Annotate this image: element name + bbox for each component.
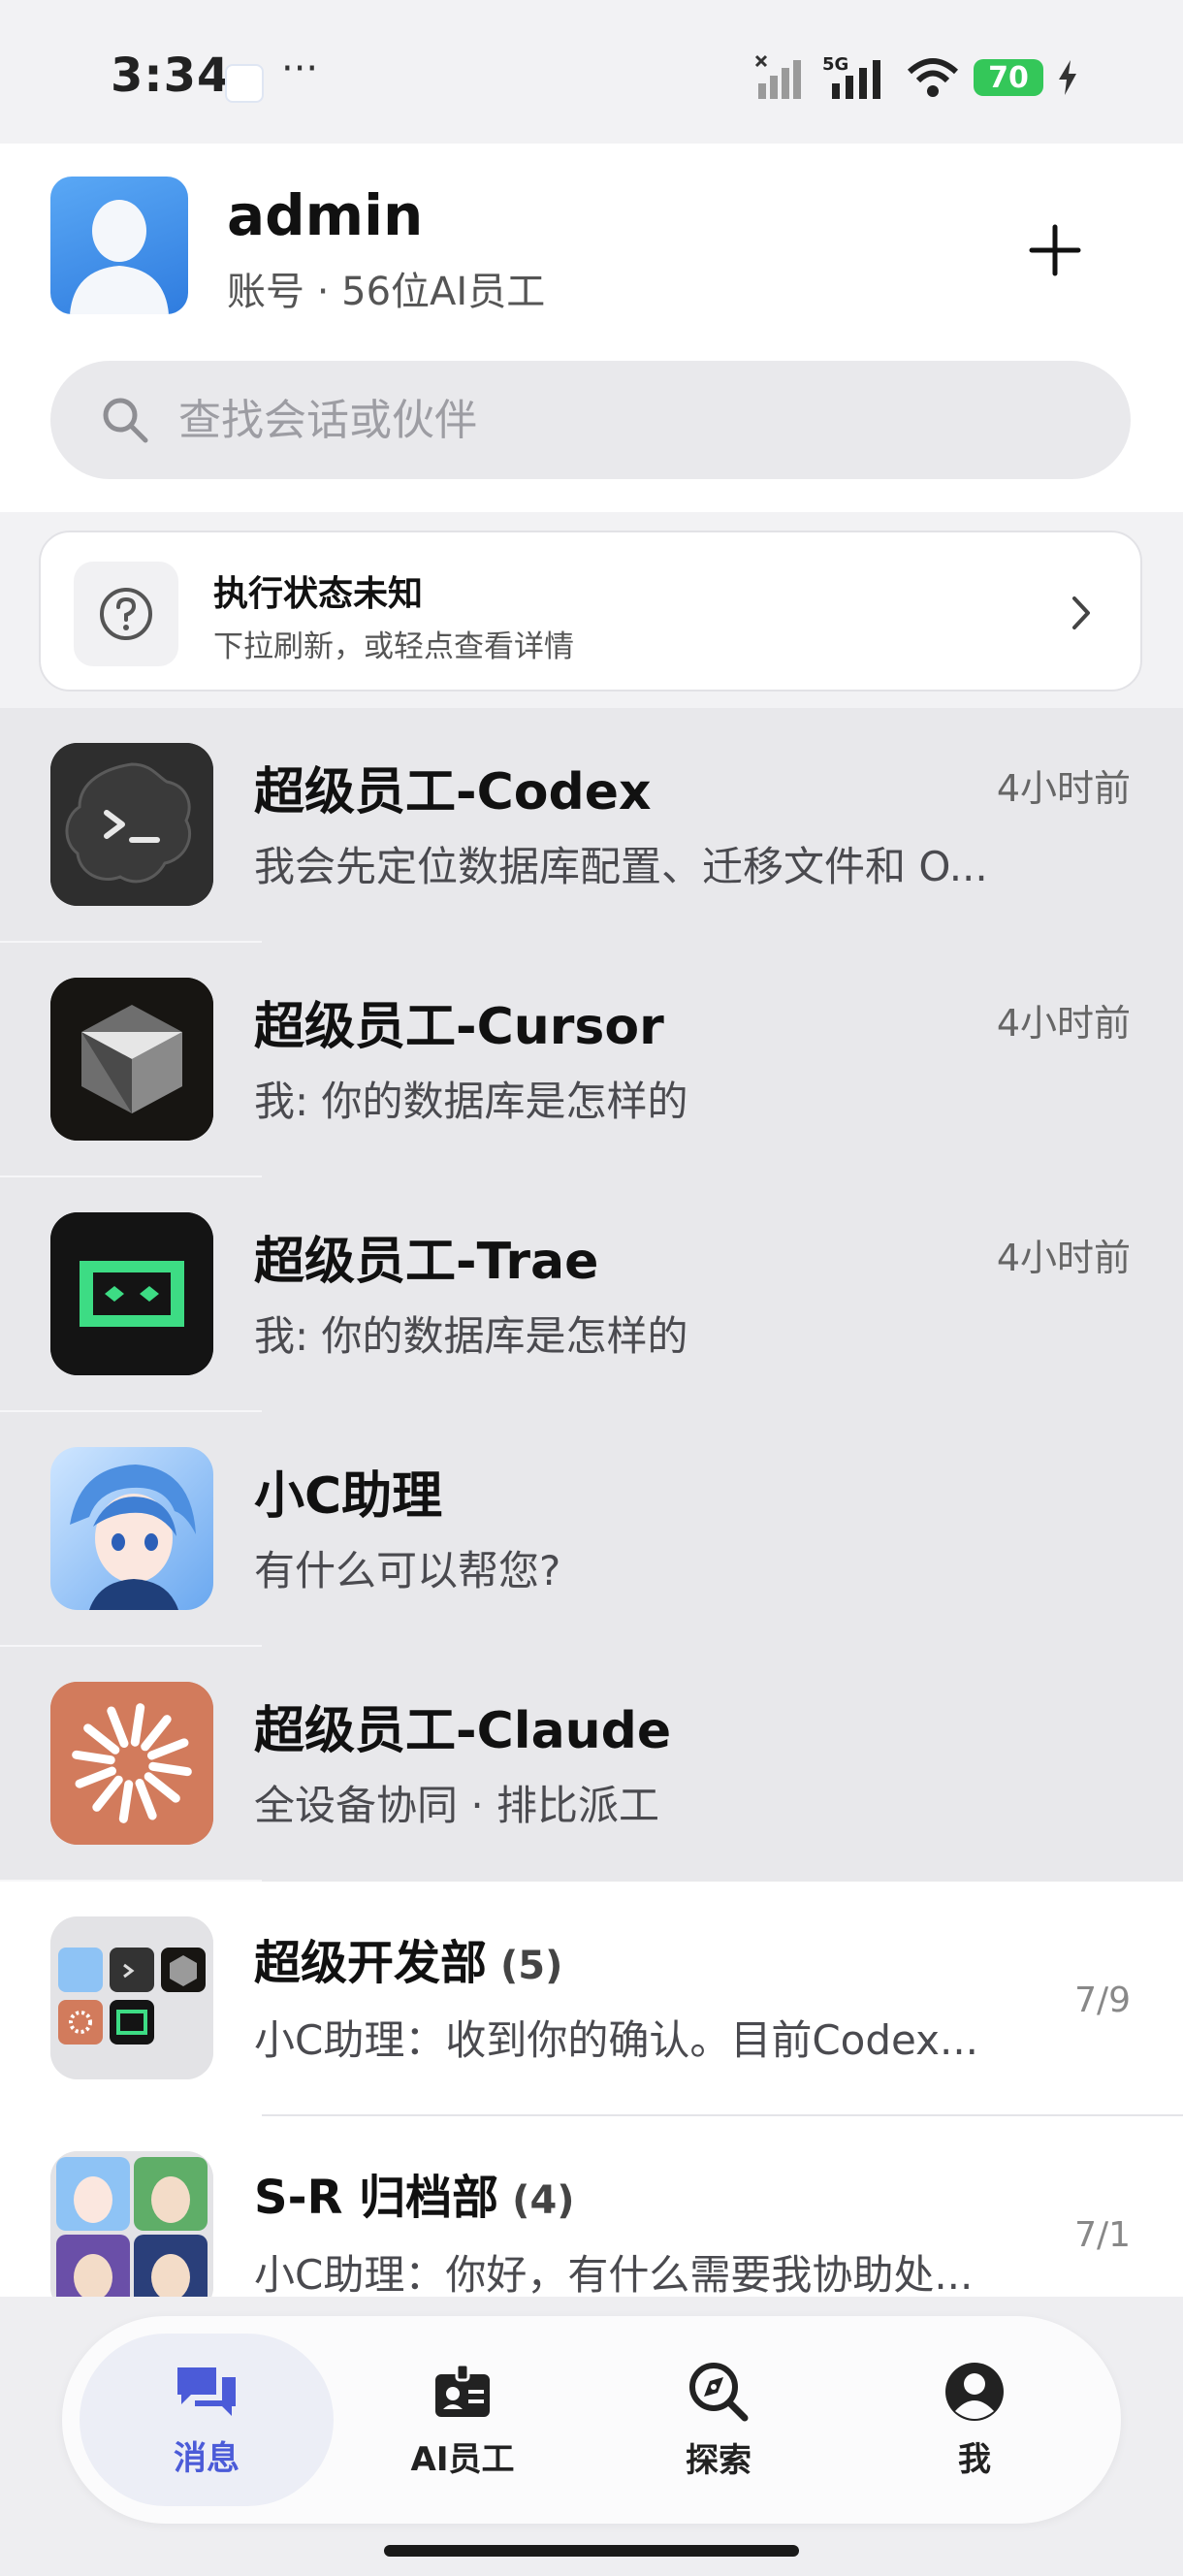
burst-ray xyxy=(118,1780,134,1823)
chat-preview: 我: 你的数据库是怎样的 xyxy=(254,1078,688,1125)
chat-name: 超级开发部 (5) xyxy=(254,1924,562,1992)
user-avatar[interactable] xyxy=(50,177,188,314)
execution-status-notice[interactable]: 执行状态未知 下拉刷新，或轻点查看详情 xyxy=(39,531,1142,692)
add-button[interactable] xyxy=(1008,204,1102,297)
explore-icon xyxy=(689,2362,749,2421)
status-indicators: 5G 70 xyxy=(754,54,1078,101)
cursor-avatar xyxy=(50,978,213,1141)
notice-icon-box xyxy=(74,562,178,666)
user-icon xyxy=(945,2362,1004,2421)
user-silhouette-icon xyxy=(70,200,169,314)
trae-avatar xyxy=(50,1212,213,1375)
wifi-icon xyxy=(907,58,959,97)
bottom-tab-bar: 消息 AI员工 探索 我 xyxy=(62,2316,1121,2524)
group-mosaic-icon xyxy=(50,2151,213,2314)
anime-character-avatar-icon xyxy=(50,1447,213,1610)
charging-icon xyxy=(1059,60,1076,95)
codex-avatar xyxy=(50,743,213,906)
burst-ray xyxy=(148,1761,192,1777)
notice-title: 执行状态未知 xyxy=(213,574,424,614)
chat-item-trae[interactable]: 超级员工-Trae 我: 你的数据库是怎样的 4小时前 xyxy=(0,1177,1183,1412)
question-circle-icon xyxy=(100,588,152,640)
signal-off-icon xyxy=(754,54,801,99)
trae-logo-icon xyxy=(50,1212,213,1375)
status-more-dots: ··· xyxy=(281,47,319,91)
chat-time: 4小时前 xyxy=(996,1002,1131,1045)
notice-subtitle: 下拉刷新，或轻点查看详情 xyxy=(213,629,574,664)
chevron-right-icon xyxy=(1072,596,1090,629)
cursor-cube-icon xyxy=(50,978,213,1141)
chat-preview: 我会先定位数据库配置、迁移文件和 O... xyxy=(254,843,988,890)
tab-me[interactable]: 我 xyxy=(847,2334,1102,2506)
chat-name: 超级员工-Claude xyxy=(254,1702,672,1760)
signal-5g-icon: 5G xyxy=(822,54,880,99)
chat-preview: 小C助理：你好，有什么需要我协助处... xyxy=(254,2251,974,2299)
member-count: (5) xyxy=(500,1944,563,1988)
chat-date: 7/9 xyxy=(1074,1980,1131,2020)
chat-time: 4小时前 xyxy=(996,767,1131,810)
chat-item-codex[interactable]: 超级员工-Codex 我会先定位数据库配置、迁移文件和 O... 4小时前 xyxy=(0,708,1183,943)
app-notification-icon xyxy=(225,64,264,103)
chat-bubbles-icon xyxy=(177,2367,236,2416)
chat-preview: 有什么可以帮您? xyxy=(254,1547,561,1594)
group-name: S-R 归档部 xyxy=(254,2171,499,2225)
group-name: 超级开发部 xyxy=(254,1936,488,1990)
username: admin xyxy=(227,182,424,248)
tab-label: 消息 xyxy=(174,2438,240,2478)
archive-group-avatar xyxy=(50,2151,213,2314)
tab-explore[interactable]: 探索 xyxy=(592,2334,846,2506)
burst-ray xyxy=(130,1703,145,1747)
svg-text:5G: 5G xyxy=(822,54,848,75)
chat-preview: 小C助理：收到你的确认。目前Codex... xyxy=(254,2016,979,2064)
tab-label: AI员工 xyxy=(410,2439,515,2479)
claude-avatar xyxy=(50,1682,213,1845)
assistant-avatar xyxy=(50,1447,213,1610)
chat-date: 7/1 xyxy=(1074,2215,1131,2255)
search-bar[interactable] xyxy=(50,361,1131,479)
chat-preview: 全设备协同 · 排比派工 xyxy=(254,1782,660,1829)
chat-name: S-R 归档部 (4) xyxy=(254,2159,575,2227)
home-indicator[interactable] xyxy=(384,2545,799,2557)
group-mosaic-icon xyxy=(50,1916,213,2079)
burst-ray xyxy=(72,1750,115,1765)
chat-name: 小C助理 xyxy=(254,1467,443,1526)
tab-ai-staff[interactable]: AI员工 xyxy=(336,2334,590,2506)
chat-name: 超级员工-Trae xyxy=(254,1233,599,1291)
chat-list: 超级员工-Codex 我会先定位数据库配置、迁移文件和 O... 4小时前 超级… xyxy=(0,708,1183,2351)
search-icon xyxy=(103,398,148,443)
chat-preview: 我: 你的数据库是怎样的 xyxy=(254,1312,688,1360)
member-count: (4) xyxy=(512,2178,575,2223)
chat-name: 超级员工-Cursor xyxy=(254,998,664,1056)
battery-indicator: 70 xyxy=(974,59,1043,96)
codex-terminal-icon xyxy=(50,743,213,906)
chat-item-cursor[interactable]: 超级员工-Cursor 我: 你的数据库是怎样的 4小时前 xyxy=(0,943,1183,1177)
tab-label: 我 xyxy=(958,2439,991,2479)
status-time: 3:34 xyxy=(111,48,231,103)
tab-messages[interactable]: 消息 xyxy=(80,2334,334,2506)
dev-group-avatar xyxy=(50,1916,213,2079)
search-input[interactable] xyxy=(176,394,1053,446)
tab-label: 探索 xyxy=(686,2440,751,2480)
chat-name: 超级员工-Codex xyxy=(254,763,652,821)
chat-item-claude[interactable]: 超级员工-Claude 全设备协同 · 排比派工 xyxy=(0,1647,1183,1882)
chat-time: 4小时前 xyxy=(996,1237,1131,1279)
claude-burst-icon xyxy=(50,1682,213,1845)
plus-icon xyxy=(1029,224,1081,276)
account-subtitle: 账号 · 56位AI员工 xyxy=(227,270,546,314)
chat-item-dev-group[interactable]: 超级开发部 (5) 小C助理：收到你的确认。目前Codex... 7/9 xyxy=(0,1882,1183,2116)
chat-item-assistant[interactable]: 小C助理 有什么可以帮您? xyxy=(0,1412,1183,1647)
badge-icon xyxy=(435,2363,490,2417)
